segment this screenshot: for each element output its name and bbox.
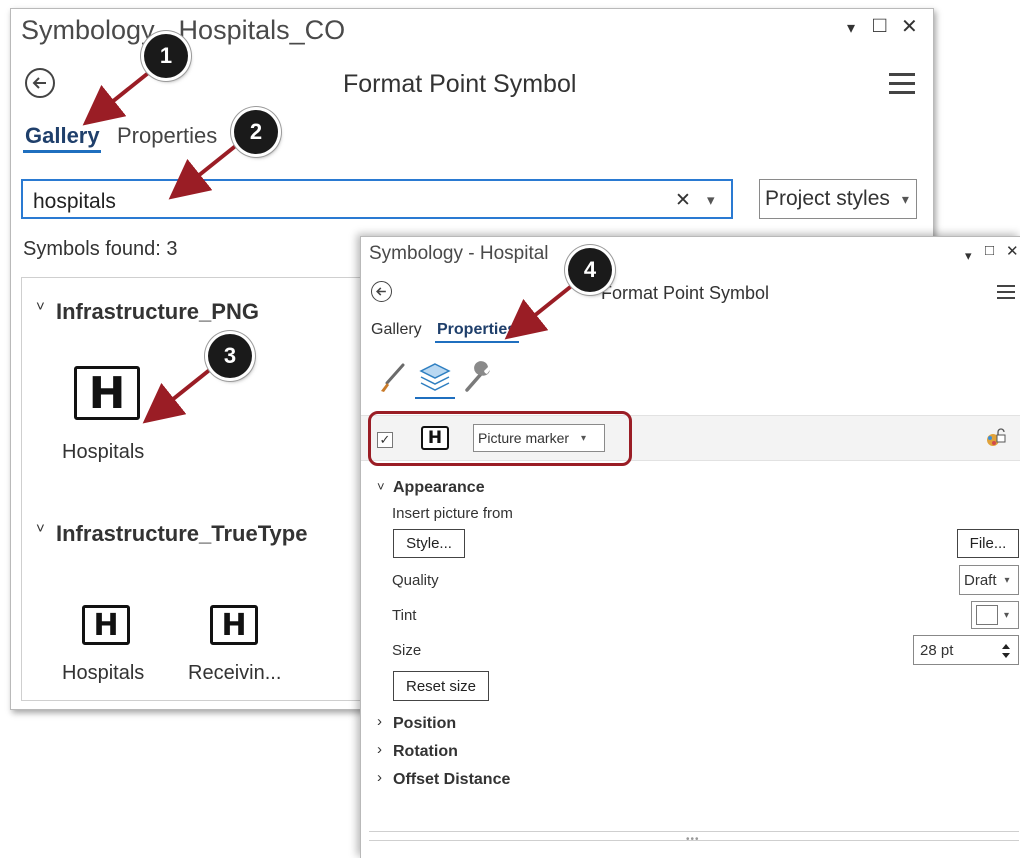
h-letter: H bbox=[93, 607, 119, 643]
chevron-down-icon: ▾ bbox=[1004, 574, 1010, 586]
h-letter: H bbox=[88, 367, 126, 419]
back-arrow-icon bbox=[376, 287, 386, 296]
group-collapse-icon[interactable]: ˅ bbox=[36, 520, 45, 537]
back-button[interactable] bbox=[371, 281, 392, 302]
reset-size-button[interactable]: Reset size bbox=[393, 671, 489, 701]
search-dropdown-icon[interactable]: ▾ bbox=[707, 191, 715, 209]
hospital-h-icon[interactable]: H bbox=[74, 366, 140, 420]
group-infrastructure-png[interactable]: Infrastructure_PNG bbox=[56, 299, 259, 325]
section-rotation[interactable]: Rotation bbox=[393, 743, 458, 761]
section-expand-icon[interactable]: › bbox=[377, 769, 382, 786]
tint-label: Tint bbox=[392, 607, 417, 624]
pane-maximize-icon[interactable]: □ bbox=[985, 241, 994, 261]
format-point-symbol-title: Format Point Symbol bbox=[601, 283, 770, 303]
format-point-symbol-title: Format Point Symbol bbox=[343, 70, 577, 98]
hospital-h-icon[interactable]: H bbox=[210, 605, 258, 645]
section-position[interactable]: Position bbox=[393, 715, 456, 733]
tab-properties[interactable]: Properties bbox=[117, 123, 217, 149]
search-value: hospitals bbox=[33, 190, 116, 213]
quality-label: Quality bbox=[392, 572, 439, 589]
callout-4: 4 bbox=[568, 248, 612, 292]
chevron-down-icon: ▾ bbox=[1004, 609, 1010, 621]
group-infrastructure-truetype[interactable]: Infrastructure_TrueType bbox=[56, 521, 307, 547]
menu-icon[interactable] bbox=[997, 285, 1015, 299]
insert-picture-label: Insert picture from bbox=[392, 505, 513, 522]
footer-divider bbox=[369, 831, 1019, 832]
wrench-icon[interactable] bbox=[459, 361, 493, 395]
symbol-label-receiving: Receivin... bbox=[188, 662, 282, 684]
callout-2: 2 bbox=[234, 110, 278, 154]
size-stepper[interactable]: 28 pt bbox=[913, 635, 1019, 665]
quality-dropdown[interactable]: Draft ▾ bbox=[959, 565, 1019, 595]
pane-minimize-icon[interactable]: ▾ bbox=[847, 19, 855, 39]
file-button[interactable]: File... bbox=[957, 529, 1019, 558]
back-button[interactable] bbox=[25, 68, 55, 98]
symbol-gallery: ˅ Infrastructure_PNG H Hospitals ˅ Infra… bbox=[21, 277, 381, 701]
styles-dropdown-value: Project styles bbox=[765, 187, 890, 210]
tab-gallery-underline bbox=[23, 150, 101, 153]
pane-title: Symbology - Hospital bbox=[369, 243, 549, 264]
back-arrow-icon bbox=[32, 77, 46, 89]
pane-close-icon[interactable]: ✕ bbox=[901, 17, 918, 37]
icon-tab-underline bbox=[415, 397, 455, 399]
pane-close-icon[interactable]: ✕ bbox=[1006, 242, 1019, 262]
section-offset-distance[interactable]: Offset Distance bbox=[393, 771, 510, 789]
chevron-down-icon: ▾ bbox=[901, 190, 909, 207]
section-appearance[interactable]: Appearance bbox=[393, 479, 485, 497]
styles-dropdown[interactable]: Project styles ▾ bbox=[759, 179, 917, 219]
style-button[interactable]: Style... bbox=[393, 529, 465, 558]
callout-1: 1 bbox=[144, 34, 188, 78]
tab-gallery[interactable]: Gallery bbox=[371, 321, 422, 339]
symbol-label-hospitals-png: Hospitals bbox=[62, 441, 145, 463]
layers-icon[interactable] bbox=[417, 359, 453, 395]
lock-layer-icon[interactable] bbox=[985, 428, 1007, 448]
tab-properties[interactable]: Properties bbox=[437, 321, 516, 339]
clear-search-icon[interactable]: ✕ bbox=[675, 189, 691, 212]
section-collapse-icon[interactable]: ˅ bbox=[377, 479, 385, 494]
picture-marker-highlight bbox=[368, 411, 632, 466]
stepper-arrows-icon[interactable] bbox=[1000, 641, 1012, 661]
callout-3: 3 bbox=[208, 334, 252, 378]
resize-grip-icon[interactable]: ••• bbox=[686, 834, 700, 845]
group-collapse-icon[interactable]: ˅ bbox=[36, 298, 45, 315]
hospital-h-icon[interactable]: H bbox=[82, 605, 130, 645]
symbol-label-hospitals-truetype: Hospitals bbox=[62, 662, 145, 684]
tab-gallery[interactable]: Gallery bbox=[25, 123, 100, 149]
quality-value: Draft bbox=[964, 571, 997, 589]
size-label: Size bbox=[392, 642, 422, 659]
pane-minimize-icon[interactable]: ▾ bbox=[965, 246, 972, 266]
section-expand-icon[interactable]: › bbox=[377, 741, 382, 758]
symbols-found-count: Symbols found: 3 bbox=[23, 238, 178, 260]
tint-swatch bbox=[976, 605, 998, 625]
menu-icon[interactable] bbox=[889, 73, 915, 94]
pane-maximize-icon[interactable]: □ bbox=[873, 14, 886, 36]
symbology-pane-front: Symbology - Hospital ▾ □ ✕ Format Point … bbox=[360, 236, 1020, 858]
h-letter: H bbox=[221, 607, 247, 643]
tab-properties-underline bbox=[435, 341, 519, 343]
paintbrush-icon[interactable] bbox=[375, 361, 409, 395]
search-input[interactable]: hospitals ✕ ▾ bbox=[21, 179, 733, 219]
size-value: 28 pt bbox=[920, 642, 954, 659]
tint-color-picker[interactable]: ▾ bbox=[971, 601, 1019, 629]
section-expand-icon[interactable]: › bbox=[377, 713, 382, 730]
